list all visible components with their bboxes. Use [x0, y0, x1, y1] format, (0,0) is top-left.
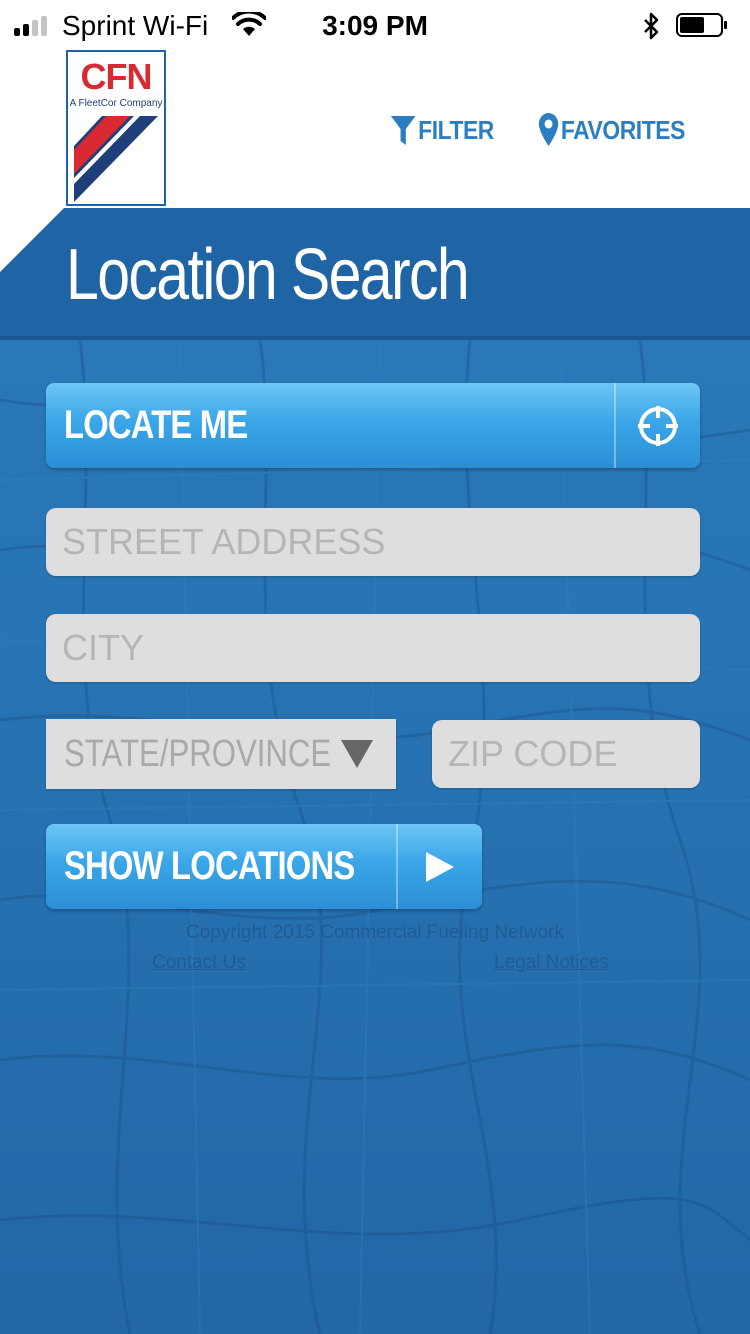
- favorites-label: FAVORITES: [560, 114, 685, 145]
- street-address-input[interactable]: [46, 508, 700, 576]
- city-field[interactable]: [46, 614, 700, 682]
- state-province-value: STATE/PROVINCE: [64, 732, 332, 775]
- battery-icon: [676, 13, 727, 37]
- filter-icon: [390, 116, 416, 145]
- search-panel: LOCATE ME STATE/PROVINCE SHOW LOCATI: [0, 340, 750, 1334]
- filter-label: FILTER: [418, 114, 494, 145]
- bluetooth-icon: [644, 12, 659, 40]
- play-arrow-icon: [426, 851, 454, 882]
- contact-us-link[interactable]: Contact Us: [152, 952, 246, 974]
- location-pin-icon: [538, 113, 559, 146]
- crosshair-icon-wrap: [616, 383, 700, 468]
- zip-code-input[interactable]: [432, 720, 700, 788]
- chevron-down-icon: [341, 740, 373, 768]
- cfn-logo: CFN A FleetCor Company: [66, 50, 166, 206]
- app-header: CFN A FleetCor Company ® FILTER FAVORITE…: [0, 50, 750, 257]
- locate-me-label: LOCATE ME: [64, 403, 248, 447]
- status-bar: Sprint Wi-Fi 3:09 PM: [0, 0, 750, 50]
- clock: 3:09 PM: [322, 10, 428, 41]
- play-icon-wrap: [398, 824, 482, 909]
- crosshair-icon: [638, 405, 678, 446]
- title-banner: Location Search: [0, 208, 750, 338]
- logo-stripes-icon: [74, 116, 158, 202]
- legal-notices-link[interactable]: Legal Notices: [494, 952, 609, 974]
- city-input[interactable]: [46, 614, 700, 682]
- page-title: Location Search: [66, 235, 470, 315]
- state-province-select[interactable]: STATE/PROVINCE: [46, 719, 396, 789]
- favorites-button[interactable]: FAVORITES: [538, 110, 685, 150]
- show-locations-button[interactable]: SHOW LOCATIONS: [46, 824, 482, 909]
- logo-subtext: A FleetCor Company: [69, 98, 163, 109]
- zip-code-field[interactable]: [432, 720, 700, 788]
- street-address-field[interactable]: [46, 508, 700, 576]
- filter-button[interactable]: FILTER: [390, 110, 494, 150]
- copyright-text: Copyright 2015 Commercial Fueling Networ…: [185, 922, 565, 943]
- locate-me-button[interactable]: LOCATE ME: [46, 383, 700, 468]
- logo-text: CFN: [80, 56, 153, 97]
- show-locations-label: SHOW LOCATIONS: [64, 844, 355, 888]
